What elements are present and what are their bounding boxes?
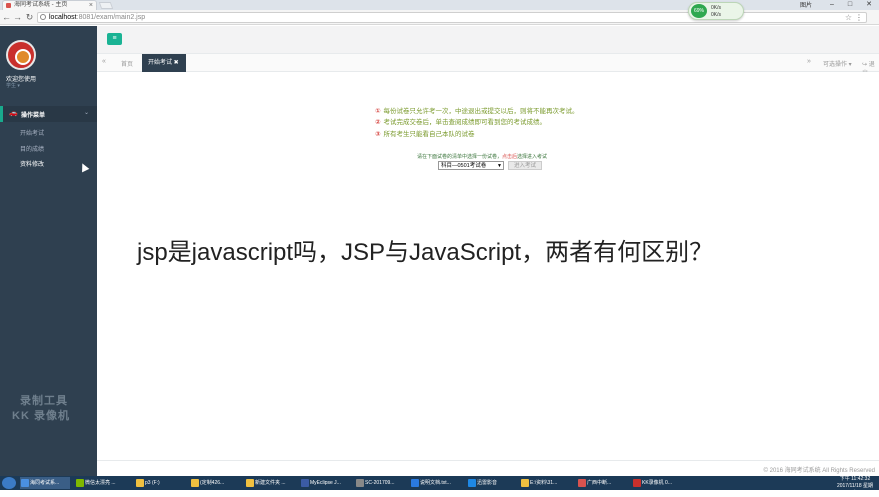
clock-date: 2017/11/18 星期六 bbox=[836, 483, 874, 496]
taskbar-item[interactable]: 迅雷影音 bbox=[467, 477, 515, 489]
sidebar-item-profile[interactable]: 资料修改 bbox=[20, 159, 44, 168]
sidebar: 欢迎您使用 学生 ▾ 🚗 操作菜单 ⌄ 开始考试 目的成绩 资料修改 录制工具 … bbox=[0, 26, 97, 476]
network-speed-widget[interactable]: 69% 0K/s 0K/s bbox=[688, 2, 744, 20]
taskbar-item[interactable]: 微信太漂亮 ... bbox=[75, 477, 125, 489]
taskbar-item[interactable]: (定制426... bbox=[190, 477, 240, 489]
taskbar-item[interactable]: 说明文档.txt... bbox=[410, 477, 462, 489]
taskbar-item[interactable]: SC-201709... bbox=[355, 477, 405, 489]
top-navbar: ≡ bbox=[97, 26, 879, 53]
menu-header-label: 操作菜单 bbox=[21, 113, 46, 119]
tabs-scroll-left-icon[interactable]: « bbox=[102, 58, 106, 65]
page-tabs-bar: « 首页 开始考试 ✖ » 可选操作 ▾ ↪ 退出 bbox=[97, 53, 879, 77]
taskbar-item[interactable]: 海同考试系... bbox=[20, 477, 70, 489]
sidebar-menu-header[interactable]: 🚗 操作菜单 ⌄ bbox=[0, 106, 97, 122]
watermark-line-2: KK 录像机 bbox=[12, 410, 70, 422]
exam-select-hint: 请在下面试卷的清单中选择一份试卷，点击后选择进入考试 bbox=[417, 154, 548, 160]
taskbar-item[interactable]: 广西中断... bbox=[577, 477, 627, 489]
start-button-icon[interactable] bbox=[2, 477, 16, 489]
browser-tab-strip: 海同考试系统 - 主页 × 图片 – □ ✕ bbox=[0, 0, 879, 10]
close-window-icon[interactable]: ✕ bbox=[860, 0, 878, 9]
taskbar-item[interactable]: 新建文件夹 ... bbox=[245, 477, 295, 489]
enter-exam-button[interactable]: 进入考试 bbox=[508, 161, 542, 170]
browser-tab-title: 海同考试系统 - 主页 bbox=[14, 2, 68, 8]
role-dropdown[interactable]: 学生 ▾ bbox=[6, 82, 20, 89]
reload-icon[interactable]: ↻ bbox=[24, 11, 35, 23]
new-tab-button[interactable] bbox=[98, 2, 114, 9]
tab-options-dropdown[interactable]: 可选操作 ▾ bbox=[823, 59, 852, 68]
taskbar-item[interactable]: MyEclipse J... bbox=[300, 477, 352, 489]
url-path: :8081/exam/main2.jsp bbox=[76, 14, 146, 21]
avatar[interactable] bbox=[6, 40, 36, 70]
footer-copyright: © 2016 海同考试系统 All Rights Reserved bbox=[763, 468, 875, 474]
window-user-label: 图片 bbox=[800, 3, 813, 9]
menu-toggle-button[interactable]: ≡ bbox=[107, 33, 122, 45]
sidebar-item-start-exam[interactable]: 开始考试 bbox=[20, 128, 44, 137]
exam-rule-3: ③ 所有考生只能看自己本队的试卷 bbox=[375, 131, 475, 138]
exam-rule-2: ② 考试完成交卷后，单击查阅成绩即可看到您的考试成绩。 bbox=[375, 119, 547, 126]
taskbar-clock[interactable]: 下午 11:42:32 2017/11/18 星期六 bbox=[835, 476, 875, 497]
tab-start-exam[interactable]: 开始考试 ✖ bbox=[142, 54, 186, 72]
forward-arrow-icon[interactable]: → bbox=[12, 11, 23, 23]
taskbar-item[interactable]: E:\资料\31... bbox=[520, 477, 572, 489]
download-speed: 0K/s bbox=[711, 12, 722, 18]
address-bar: ← → ↻ localhost:8081/exam/main2.jsp ☆ ⋮ bbox=[0, 10, 879, 25]
info-icon bbox=[40, 14, 46, 20]
caption-overlay: jsp是javascript吗，JSP与JavaScript，两者有何区别？ bbox=[134, 234, 742, 271]
windows-taskbar: 海同考试系... 微信太漂亮 ... p3 (F:) (定制426... 新建文… bbox=[0, 476, 879, 496]
exam-paper-select[interactable]: 科目—0501考试卷 bbox=[438, 161, 504, 170]
main-content: ① 每份试卷只允许考一次，中途退出或提交以后，则将不能再次考试。 ② 考试完成交卷后… bbox=[97, 72, 879, 476]
upload-speed: 0K/s bbox=[711, 5, 722, 11]
minimize-icon[interactable]: – bbox=[823, 0, 841, 9]
back-arrow-icon[interactable]: ← bbox=[1, 11, 12, 23]
speed-gauge: 69% bbox=[691, 4, 707, 18]
page-footer: © 2016 海同考试系统 All Rights Reserved bbox=[97, 460, 879, 476]
tabs-scroll-right-icon[interactable]: » bbox=[807, 58, 811, 65]
url-host: localhost bbox=[49, 14, 77, 21]
tab-home[interactable]: 首页 bbox=[121, 59, 133, 68]
watermark-line-1: 录制工具 bbox=[20, 395, 68, 407]
browser-menu-icon[interactable]: ⋮ bbox=[855, 13, 863, 22]
close-tab-icon[interactable]: × bbox=[89, 1, 93, 10]
chevron-down-icon: ⌄ bbox=[83, 110, 89, 116]
car-icon: 🚗 bbox=[9, 110, 18, 117]
bookmark-star-icon[interactable]: ☆ bbox=[845, 13, 852, 22]
taskbar-item[interactable]: p3 (F:) bbox=[135, 477, 180, 489]
sidebar-item-scores[interactable]: 目的成绩 bbox=[20, 144, 44, 153]
taskbar-item[interactable]: KK录像机 0... bbox=[632, 477, 684, 489]
exam-rule-1: ① 每份试卷只允许考一次，中途退出或提交以后，则将不能再次考试。 bbox=[375, 108, 579, 115]
clock-time: 下午 11:42:32 bbox=[839, 476, 871, 482]
browser-tab[interactable]: 海同考试系统 - 主页 × bbox=[2, 0, 97, 10]
maximize-icon[interactable]: □ bbox=[841, 0, 859, 9]
favicon-icon bbox=[6, 3, 11, 8]
